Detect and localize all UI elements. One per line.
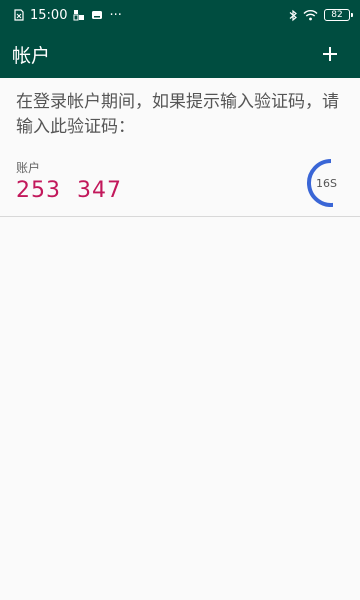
account-label: 账户 (16, 161, 41, 175)
verification-code[interactable]: 253 347 (16, 178, 122, 203)
message-app-icon (91, 9, 103, 21)
status-bar: 15:00 ··· 82 (0, 0, 360, 30)
status-time: 15:00 (30, 7, 68, 23)
account-list-item[interactable]: 账户 253 347 16S (0, 152, 360, 216)
wifi-icon (303, 9, 318, 21)
status-bar-left: 15:00 ··· (14, 8, 122, 23)
add-account-button[interactable] (312, 36, 348, 72)
instruction-text: 在登录帐户期间，如果提示输入验证码，请输入此验证码： (16, 92, 339, 137)
countdown-label: 16S (316, 177, 337, 190)
sim-card-icon (14, 9, 24, 21)
plus-icon (323, 47, 337, 61)
notification-app-icon (73, 9, 85, 21)
page-title: 帐户 (12, 44, 51, 67)
status-more-icon: ··· (109, 7, 122, 23)
app-bar: 帐户 (0, 30, 360, 78)
battery-icon: 82 (324, 9, 353, 21)
status-bar-right: 82 (289, 9, 353, 22)
bluetooth-icon (289, 9, 297, 22)
list-divider (0, 216, 360, 217)
